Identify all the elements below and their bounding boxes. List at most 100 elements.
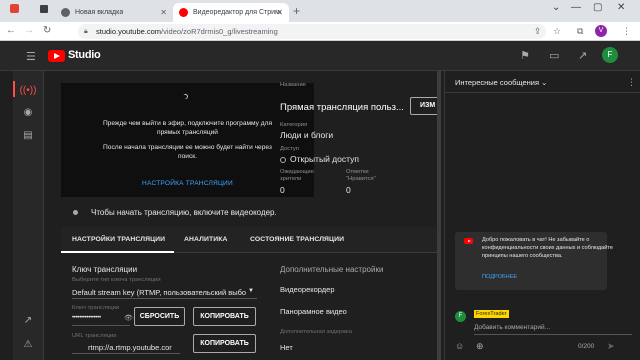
active-tab-indicator: [61, 251, 174, 253]
reload-icon[interactable]: ↻: [43, 25, 51, 36]
more-vert-icon[interactable]: ⋮: [622, 26, 631, 37]
chat-title-text: Интересные сообщения: [455, 78, 540, 87]
address-bar: ← → ↻ 🔒︎ studio.youtube.com/video/zoR7dr…: [0, 22, 640, 41]
tab-search-icon[interactable]: [40, 5, 48, 13]
stream-url-value[interactable]: rtmp://a.rtmp.youtube.cor: [88, 343, 178, 352]
youtube-logo-icon[interactable]: [48, 50, 65, 62]
chat-input-underline: [474, 334, 632, 335]
eye-icon[interactable]: 👁︎: [124, 314, 133, 322]
minimize-icon[interactable]: —: [571, 2, 581, 13]
manage-icon[interactable]: ▤: [13, 130, 43, 141]
extensions-icon[interactable]: ⧉: [577, 26, 583, 37]
edit-button[interactable]: ИЗМ: [410, 97, 440, 115]
encoder-status: Чтобы начать трансляцию, включите видеок…: [91, 208, 277, 217]
tab-title: Видеоредактор для Стрима на You: [193, 9, 281, 16]
likes-label-line-1: Отметки: [346, 169, 369, 175]
key-underline: [72, 325, 130, 326]
stream-tabs: НАСТРОЙКИ ТРАНСЛЯЦИИ АНАЛИТИКА СОСТОЯНИЕ…: [61, 227, 438, 253]
preview-line-1: Прежде чем выйти в эфир, подключите прог…: [102, 120, 273, 127]
chevron-down-icon: ⌄: [541, 78, 548, 87]
live-chat-panel: Интересные сообщения ⌄ ⋮ Добро пожаловат…: [444, 71, 640, 360]
account-avatar[interactable]: F: [602, 47, 618, 63]
new-tab-icon[interactable]: +: [293, 4, 300, 18]
share-icon[interactable]: ⇪: [534, 26, 542, 37]
copy-key-button[interactable]: КОПИРОВАТЬ: [193, 307, 256, 326]
more-vert-icon[interactable]: ⋮: [627, 77, 636, 88]
access-value: Открытый доступ: [280, 154, 359, 164]
dvr-option[interactable]: Видеорекордер: [280, 285, 335, 294]
forward-icon[interactable]: →: [24, 25, 34, 36]
access-text: Открытый доступ: [290, 154, 359, 164]
chat-user-name: ForexTrader: [474, 310, 509, 318]
tab-title: Новая вкладка: [75, 9, 124, 16]
url-host: studio.youtube.com: [96, 27, 162, 36]
latency-value[interactable]: Нет: [280, 343, 293, 352]
stream-setup-link[interactable]: НАСТРОЙКА ТРАНСЛЯЦИИ: [61, 180, 314, 187]
close-tab-icon[interactable]: ✕: [276, 8, 283, 17]
360-video-option[interactable]: Панорамное видео: [280, 307, 347, 316]
chat-mode-dropdown[interactable]: Интересные сообщения ⌄: [455, 78, 547, 87]
chat-user-avatar: F: [455, 311, 466, 322]
open-external-icon[interactable]: ↗: [13, 315, 43, 326]
browser-menu-icon[interactable]: [10, 4, 19, 13]
emoji-icon[interactable]: ☺: [455, 341, 464, 351]
browser-profile-avatar[interactable]: V: [595, 25, 607, 37]
stream-preview: Прежде чем выйти в эфир, подключите прог…: [61, 83, 314, 197]
chat-input[interactable]: Добавить комментарий...: [474, 324, 550, 331]
tab-stream-settings[interactable]: НАСТРОЙКИ ТРАНСЛЯЦИИ: [72, 236, 165, 243]
maximize-icon[interactable]: ▢: [593, 2, 602, 13]
back-icon[interactable]: ←: [6, 25, 16, 36]
likes-label-line-2: "Нравится": [346, 176, 376, 182]
tab-stream-health[interactable]: СОСТОЯНИЕ ТРАНСЛЯЦИИ: [250, 236, 344, 243]
browser-tab-bar: Новая вкладка ✕ Видеоредактор для Стрима…: [0, 0, 640, 22]
likes-label: Отметки "Нравится": [346, 169, 376, 183]
likes-value: 0: [346, 185, 351, 195]
feedback-icon[interactable]: ⚠: [13, 339, 43, 350]
viewers-label-line-2: зрители: [280, 176, 302, 182]
dropdown-arrow-icon[interactable]: ▼: [248, 288, 254, 294]
share-icon[interactable]: ↗: [578, 49, 587, 62]
cast-icon[interactable]: ▭: [549, 49, 559, 62]
youtube-icon: [179, 8, 188, 17]
preview-line-4: поиск.: [178, 153, 197, 160]
url-input[interactable]: 🔒︎ studio.youtube.com/video/zoR7drmis0_g…: [78, 24, 546, 39]
camera-icon[interactable]: ◉: [13, 107, 43, 118]
super-chat-icon[interactable]: ⊕: [476, 341, 484, 352]
url-underline: [72, 353, 180, 354]
viewers-value: 0: [280, 185, 285, 195]
reset-button[interactable]: СБРОСИТЬ: [134, 307, 185, 326]
tab-new[interactable]: Новая вкладка ✕: [55, 3, 173, 22]
stream-title: Прямая трансляция польз...: [280, 102, 404, 113]
stream-key-value[interactable]: ••••••••••••••••: [72, 315, 122, 321]
left-rail: ((•)) ◉ ▤ ↗ ⚠: [13, 71, 44, 360]
url-path: /video/zoR7drmis0_g/livestreaming: [161, 27, 278, 36]
extra-settings-title: Дополнительные настройки: [280, 265, 384, 274]
key-type-select[interactable]: Default stream key (RTMP, пользовательск…: [72, 288, 248, 297]
close-tab-icon[interactable]: ✕: [160, 8, 167, 17]
hamburger-icon[interactable]: ☰: [26, 50, 36, 63]
studio-logo-text: Studio: [68, 49, 101, 61]
tab-studio[interactable]: Видеоредактор для Стрима на You ✕: [173, 3, 289, 22]
viewers-label-line-1: Ожидающие: [280, 169, 314, 175]
learn-more-link[interactable]: ПОДРОБНЕЕ: [482, 274, 517, 280]
live-stream-icon[interactable]: ((•)): [13, 81, 43, 97]
star-icon[interactable]: ☆: [553, 26, 561, 37]
youtube-icon: [464, 238, 473, 244]
chevron-down-icon[interactable]: ⌄: [552, 2, 560, 13]
close-window-icon[interactable]: ✕: [617, 2, 625, 13]
status-dot-icon: [73, 210, 78, 215]
tab-analytics[interactable]: АНАЛИТИКА: [184, 236, 227, 243]
welcome-text: Добро пожаловать в чат! Не забывайте о к…: [482, 237, 614, 259]
main-scrollbar[interactable]: [437, 71, 441, 360]
send-icon[interactable]: ➤: [607, 341, 615, 352]
access-label: Доступ: [280, 146, 299, 152]
viewers-label: Ожидающие зрители: [280, 169, 314, 183]
scrollbar-thumb[interactable]: [437, 71, 441, 360]
feedback-icon[interactable]: ⚑: [520, 49, 530, 62]
preview-line-2: прямых трансляций: [157, 129, 218, 136]
copy-url-button[interactable]: КОПИРОВАТЬ: [193, 334, 256, 353]
category-label: Категория: [280, 122, 308, 128]
latency-label: Дополнительная задержка: [280, 329, 352, 335]
main-content: Прежде чем выйти в эфир, подключите прог…: [44, 71, 440, 360]
stream-key-label: Ключ трансляции: [72, 305, 120, 311]
